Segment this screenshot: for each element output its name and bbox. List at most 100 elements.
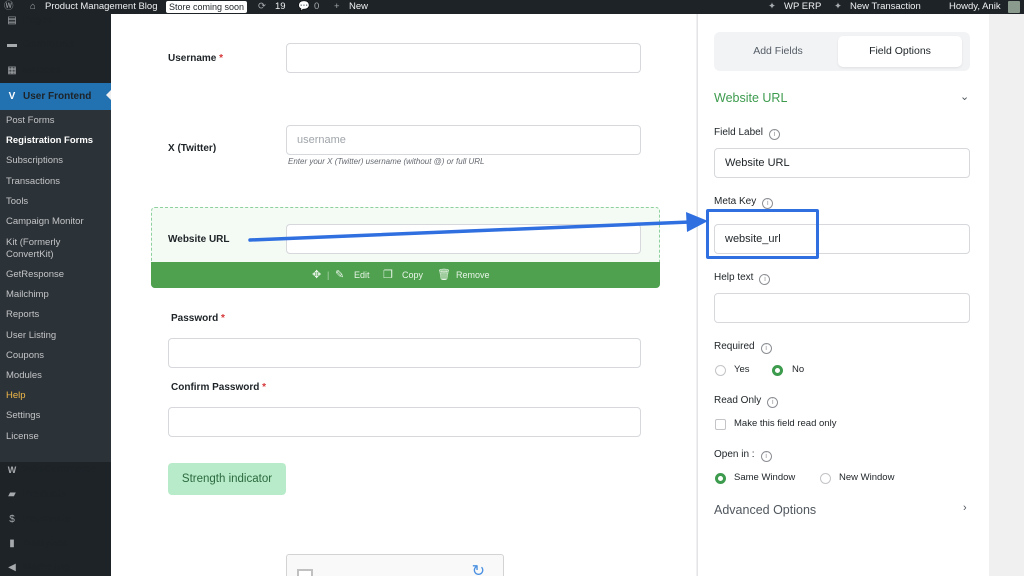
sidebar-item-comments[interactable]: ▬ Comments <box>0 33 111 57</box>
read-only-heading: Read Only i <box>714 395 779 408</box>
sidebar-item-user-frontend[interactable]: V User Frontend <box>0 83 111 110</box>
field-options-title[interactable]: Website URL <box>714 91 787 105</box>
edit-icon[interactable]: ✎ <box>335 262 344 288</box>
sidebar-item-products[interactable]: ▰ Products <box>0 483 111 507</box>
woocommerce-icon: W <box>7 465 17 475</box>
submenu-campaign-monitor[interactable]: Campaign Monitor <box>0 213 111 231</box>
password-input[interactable] <box>168 338 641 368</box>
new-transaction-link[interactable]: New Transaction <box>850 0 921 14</box>
annotation-highlight-box <box>706 209 819 259</box>
products-icon: ▰ <box>8 489 16 500</box>
plus-icon[interactable]: + <box>334 0 340 14</box>
info-icon: i <box>768 129 780 140</box>
meta-key-heading: Meta Key i <box>714 196 774 209</box>
tab-field-options[interactable]: Field Options <box>838 36 962 67</box>
chevron-down-icon[interactable]: ⌄ <box>960 90 969 103</box>
submenu-reports[interactable]: Reports <box>0 306 111 324</box>
help-text-heading: Help text i <box>714 272 771 285</box>
comments-icon[interactable]: 💬 <box>298 0 310 14</box>
user-frontend-submenu: Post Forms Registration Forms Subscripti… <box>0 110 111 462</box>
field-label-input[interactable]: Website URL <box>714 148 970 178</box>
info-icon: i <box>760 343 772 354</box>
store-status-badge[interactable]: Store coming soon <box>166 1 248 13</box>
open-in-heading: Open in :i <box>714 449 772 462</box>
admin-bar: Ⓦ ⌂ Product Management Blog Store coming… <box>0 0 1024 14</box>
info-icon: i <box>759 274 771 285</box>
copy-button[interactable]: Copy <box>402 262 423 288</box>
sidebar-item-marketing[interactable]: ◀ Marketing <box>0 556 111 576</box>
required-yes-label: Yes <box>734 364 750 375</box>
twitter-input[interactable]: username <box>286 125 641 155</box>
howdy-user-link[interactable]: Howdy, Anik <box>949 0 1001 14</box>
required-no-label: No <box>792 364 805 375</box>
read-only-checkbox[interactable] <box>715 419 726 430</box>
panel-tabs: Add Fields Field Options <box>714 32 970 71</box>
submenu-getresponse[interactable]: GetResponse <box>0 266 111 284</box>
recaptcha-icon: ↻ <box>471 563 485 576</box>
info-icon: i <box>767 397 779 408</box>
right-gutter <box>989 14 1024 576</box>
required-no-radio[interactable] <box>772 365 783 376</box>
user-frontend-icon: V <box>8 91 16 102</box>
username-input[interactable] <box>286 43 641 73</box>
info-icon: i <box>760 451 772 462</box>
erp-icon: ✦ <box>768 1 776 12</box>
website-url-input[interactable] <box>286 224 641 254</box>
edit-button[interactable]: Edit <box>354 262 370 288</box>
new-content-link[interactable]: New <box>349 0 368 14</box>
submenu-help[interactable]: Help <box>0 387 111 405</box>
info-icon: i <box>762 198 774 209</box>
updates-icon[interactable]: ⟳ <box>258 0 266 14</box>
marketing-icon: ◀ <box>8 562 16 573</box>
open-new-window-radio[interactable] <box>820 473 831 484</box>
field-label-heading: Field Label i <box>714 127 780 140</box>
submenu-settings[interactable]: Settings <box>0 407 111 425</box>
help-text-input[interactable] <box>714 293 970 323</box>
trash-icon[interactable]: 🗑 <box>437 262 451 288</box>
recaptcha-widget[interactable]: ↻ <box>286 554 504 576</box>
chevron-right-icon[interactable]: › <box>963 502 967 514</box>
payments-icon: $ <box>9 514 15 525</box>
sidebar-item-woocommerce[interactable]: W WooCommerce <box>0 458 111 482</box>
required-yes-radio[interactable] <box>715 365 726 376</box>
sidebar-item-payments[interactable]: $ Payments <box>0 508 111 532</box>
password-label: Password * <box>171 313 225 324</box>
admin-sidebar: ▤ Pages ▬ Comments ▦ weDocs V User Front… <box>0 14 111 576</box>
sidebar-item-analytics[interactable]: ▮ Analytics <box>0 532 111 556</box>
pages-icon: ▤ <box>7 15 17 26</box>
username-label: Username * <box>168 53 224 64</box>
comments-count[interactable]: 0 <box>314 0 319 14</box>
advanced-options-toggle[interactable]: Advanced Options <box>714 503 816 517</box>
open-same-window-radio[interactable] <box>715 473 726 484</box>
analytics-icon: ▮ <box>9 538 15 549</box>
recaptcha-checkbox[interactable] <box>297 569 313 576</box>
open-same-window-label: Same Window <box>734 472 796 483</box>
docs-icon: ▦ <box>7 65 17 76</box>
sidebar-item-wedocs[interactable]: ▦ weDocs <box>0 59 111 83</box>
website-url-label: Website URL <box>168 234 230 245</box>
sidebar-item-pages[interactable]: ▤ Pages <box>0 9 111 33</box>
submenu-transactions[interactable]: Transactions <box>0 173 111 191</box>
submenu-tools[interactable]: Tools <box>0 193 111 211</box>
submenu-user-listing[interactable]: User Listing <box>0 327 111 345</box>
confirm-password-label: Confirm Password * <box>171 382 267 393</box>
tab-add-fields[interactable]: Add Fields <box>718 36 838 67</box>
submenu-license[interactable]: License <box>0 428 111 446</box>
confirm-password-input[interactable] <box>168 407 641 437</box>
remove-button[interactable]: Remove <box>456 262 490 288</box>
submenu-mailchimp[interactable]: Mailchimp <box>0 286 111 304</box>
submenu-subscriptions[interactable]: Subscriptions <box>0 152 111 170</box>
submenu-post-forms[interactable]: Post Forms <box>0 112 111 130</box>
copy-icon[interactable]: ❐ <box>383 262 393 288</box>
twitter-label: X (Twitter) <box>168 143 217 154</box>
wp-erp-link[interactable]: WP ERP <box>784 0 821 14</box>
submenu-modules[interactable]: Modules <box>0 367 111 385</box>
submenu-coupons[interactable]: Coupons <box>0 347 111 365</box>
submenu-kit[interactable]: Kit (Formerly ConvertKit) <box>0 237 80 263</box>
updates-count[interactable]: 19 <box>275 0 286 14</box>
move-icon[interactable]: ✥ <box>312 262 321 288</box>
transaction-icon: ✦ <box>834 1 842 12</box>
strength-indicator-button[interactable]: Strength indicator <box>168 463 286 495</box>
avatar[interactable] <box>1008 1 1020 13</box>
submenu-registration-forms[interactable]: Registration Forms <box>0 132 111 150</box>
